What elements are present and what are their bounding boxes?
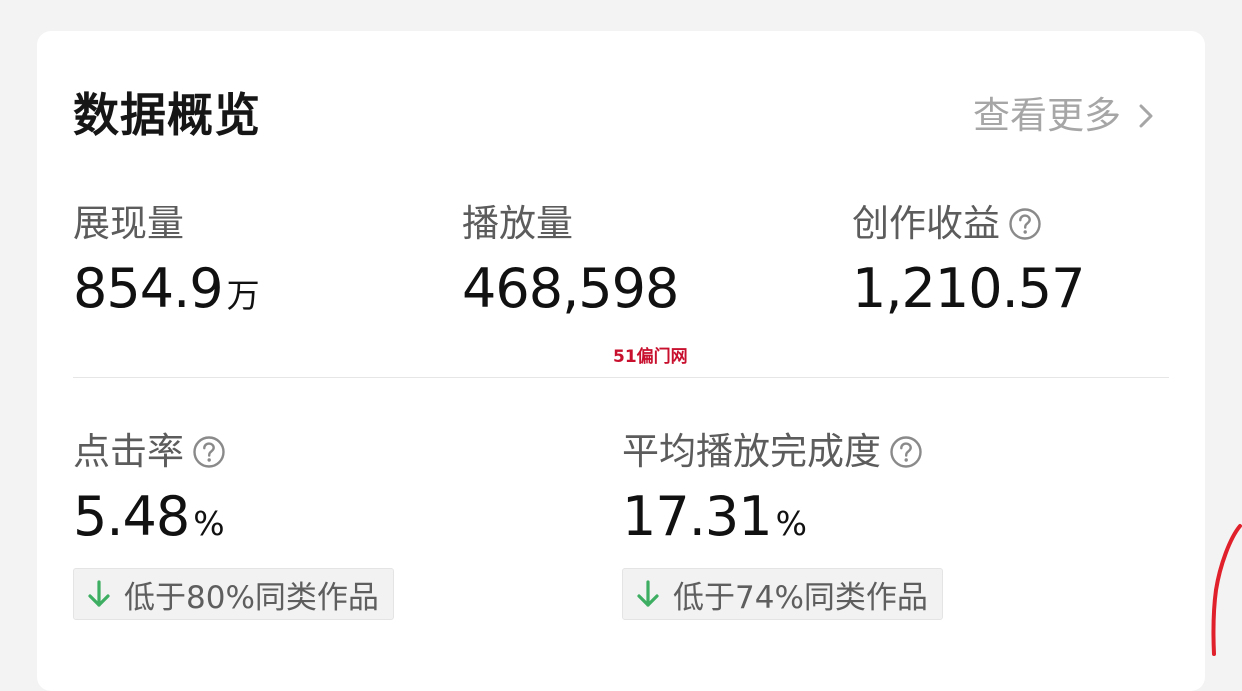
stat-label: 创作收益 (852, 202, 1000, 245)
stat-value: 5.48% (73, 485, 225, 548)
data-overview-card: 数据概览 查看更多 展现量 854.9 万 播放量 468,598 创作收益 1,… (37, 31, 1205, 691)
stat-value: 17.31% (622, 485, 807, 548)
stat-impressions[interactable]: 展现量 854.9 万 (73, 201, 260, 328)
stat-unit: % (775, 504, 807, 543)
help-question-icon[interactable] (889, 435, 923, 469)
view-more-label: 查看更多 (973, 94, 1121, 137)
stat-creation-earnings[interactable]: 创作收益 1,210.57 (852, 201, 1085, 321)
arrow-down-icon (88, 580, 110, 607)
red-scribble-mark (1211, 524, 1242, 656)
stat-avg-completion[interactable]: 平均播放完成度 17.31% 低于74%同类作品 (622, 429, 943, 620)
stat-label: 展现量 (73, 202, 184, 245)
card-title: 数据概览 (73, 88, 261, 142)
stat-plays[interactable]: 播放量 468,598 (462, 201, 679, 321)
comparison-badge: 低于80%同类作品 (73, 568, 394, 620)
stat-value: 468,598 (462, 257, 679, 320)
stat-label: 播放量 (462, 202, 573, 245)
help-question-icon[interactable] (192, 435, 226, 469)
stat-label: 点击率 (73, 430, 184, 473)
view-more-link[interactable]: 查看更多 (973, 91, 1159, 141)
stat-click-rate[interactable]: 点击率 5.48% 低于80%同类作品 (73, 429, 394, 620)
stat-unit: % (193, 504, 225, 543)
stat-unit: 万 (226, 276, 260, 315)
section-divider (73, 377, 1169, 378)
stat-value: 1,210.57 (852, 257, 1085, 320)
help-question-icon[interactable] (1008, 207, 1042, 241)
watermark-text: 51偏门网 (613, 347, 688, 367)
arrow-down-icon (637, 580, 659, 607)
stat-label: 平均播放完成度 (622, 430, 881, 473)
comparison-badge: 低于74%同类作品 (622, 568, 943, 620)
comparison-text: 低于80%同类作品 (124, 579, 379, 616)
stat-value: 854.9 万 (73, 257, 260, 320)
comparison-text: 低于74%同类作品 (673, 579, 928, 616)
chevron-right-icon (1139, 104, 1153, 128)
